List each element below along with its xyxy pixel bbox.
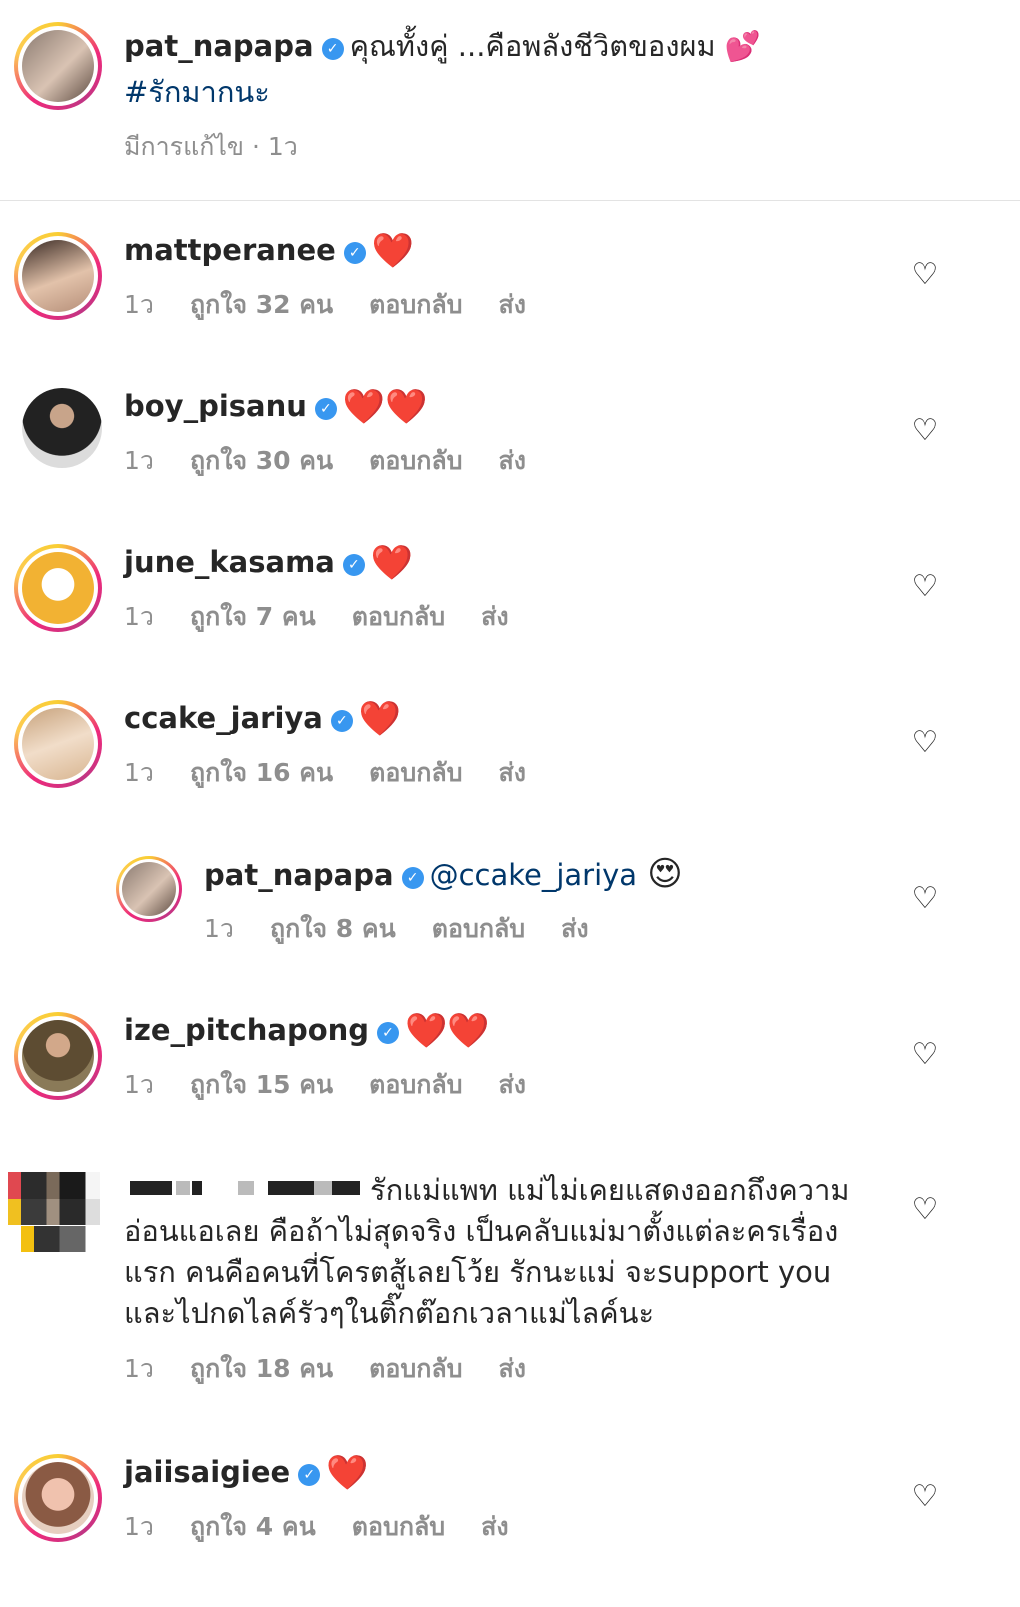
caption-username[interactable]: pat_napapa <box>124 29 314 63</box>
verified-badge-icon: ✓ <box>377 1022 400 1044</box>
reply-button[interactable]: ตอบกลับ <box>352 602 445 631</box>
comment-username[interactable]: ize_pitchapong <box>124 1013 369 1047</box>
verified-badge-icon: ✓ <box>401 867 424 889</box>
verified-badge-icon: ✓ <box>298 1464 321 1486</box>
caption-avatar[interactable] <box>14 22 102 110</box>
heart-outline-icon[interactable]: ♡ <box>908 1480 942 1514</box>
comment-time: 1ว <box>124 1512 154 1541</box>
comment-username[interactable]: june_kasama <box>124 545 335 579</box>
comment-text: 😍 <box>647 854 683 894</box>
comment-time: 1ว <box>124 446 154 475</box>
caption-hashtag[interactable]: #รักมากนะ <box>124 72 270 112</box>
comment-avatar[interactable] <box>116 856 182 922</box>
comment-username[interactable]: boy_pisanu <box>124 389 307 423</box>
heart-outline-icon[interactable]: ♡ <box>908 570 942 604</box>
send-button[interactable]: ส่ง <box>499 758 526 787</box>
comment-likes[interactable]: ถูกใจ 32 คน <box>190 290 333 319</box>
verified-badge-icon: ✓ <box>314 398 337 420</box>
heart-outline-icon[interactable]: ♡ <box>908 882 942 916</box>
comment-avatar[interactable] <box>22 388 102 468</box>
comment-likes[interactable]: ถูกใจ 8 คน <box>270 914 396 943</box>
comment-likes[interactable]: ถูกใจ 16 คน <box>190 758 333 787</box>
comment-time: 1ว <box>124 290 154 319</box>
reply-button[interactable]: ตอบกลับ <box>369 758 462 787</box>
heart-outline-icon[interactable]: ♡ <box>908 1038 942 1072</box>
send-button[interactable]: ส่ง <box>481 602 508 631</box>
comment-avatar[interactable] <box>14 544 102 632</box>
comment-avatar[interactable] <box>14 1012 102 1100</box>
comment-text: ❤️ <box>371 231 415 271</box>
comment-time: 1ว <box>124 758 154 787</box>
verified-badge-icon: ✓ <box>343 242 366 264</box>
comment-text: ❤️ <box>370 543 414 583</box>
comment-username[interactable]: jaiisaigiee <box>124 1455 290 1489</box>
comment-text: ❤️ <box>326 1453 369 1493</box>
comment-likes[interactable]: ถูกใจ 15 คน <box>190 1070 333 1099</box>
send-button[interactable]: ส่ง <box>499 446 526 475</box>
verified-badge-icon: ✓ <box>321 38 344 60</box>
send-button[interactable]: ส่ง <box>499 290 526 319</box>
comment-time: 1ว <box>204 914 234 943</box>
comment-likes[interactable]: ถูกใจ 4 คน <box>190 1512 316 1541</box>
comment-likes[interactable]: ถูกใจ 18 คน <box>190 1354 333 1383</box>
comment-avatar[interactable] <box>14 1454 102 1542</box>
caption-meta: มีการแก้ไข · 1ว <box>124 132 298 161</box>
verified-badge-icon: ✓ <box>330 710 353 732</box>
redacted-username <box>124 1173 370 1207</box>
send-button[interactable]: ส่ง <box>499 1354 526 1383</box>
comment-avatar[interactable] <box>14 232 102 320</box>
reply-button[interactable]: ตอบกลับ <box>432 914 525 943</box>
reply-button[interactable]: ตอบกลับ <box>369 446 462 475</box>
reply-button[interactable]: ตอบกลับ <box>369 1070 462 1099</box>
comment-username[interactable]: ccake_jariya <box>124 701 323 735</box>
reply-button[interactable]: ตอบกลับ <box>352 1512 445 1541</box>
heart-outline-icon[interactable]: ♡ <box>908 414 942 448</box>
heart-outline-icon[interactable]: ♡ <box>908 258 942 292</box>
comment-text: ❤️ <box>358 699 402 739</box>
heart-outline-icon[interactable]: ♡ <box>908 1193 942 1227</box>
caption-text: คุณทั้งคู่ ...คือพลังชีวิตของผม 💕 <box>349 29 761 63</box>
comment-avatar[interactable] <box>14 700 102 788</box>
send-button[interactable]: ส่ง <box>481 1512 508 1541</box>
comment-time: 1ว <box>124 1354 154 1383</box>
send-button[interactable]: ส่ง <box>561 914 588 943</box>
comment-text: ❤️❤️ <box>342 387 428 427</box>
comment-time: 1ว <box>124 602 154 631</box>
verified-badge-icon: ✓ <box>342 554 365 576</box>
heart-outline-icon[interactable]: ♡ <box>908 726 942 760</box>
reply-button[interactable]: ตอบกลับ <box>369 290 462 319</box>
comment-text: ❤️❤️ <box>405 1011 490 1051</box>
reply-button[interactable]: ตอบกลับ <box>369 1354 462 1383</box>
comment-avatar[interactable] <box>8 1172 100 1252</box>
comment-mention[interactable]: @ccake_jariya <box>430 858 638 892</box>
send-button[interactable]: ส่ง <box>499 1070 526 1099</box>
comment-time: 1ว <box>124 1070 154 1099</box>
comment-username[interactable]: mattperanee <box>124 233 336 267</box>
comment-likes[interactable]: ถูกใจ 7 คน <box>190 602 316 631</box>
comment-username[interactable]: pat_napapa <box>204 858 394 892</box>
post-caption: pat_napapa ✓ คุณทั้งคู่ ...คือพลังชีวิตของ… <box>0 0 1020 201</box>
comment-likes[interactable]: ถูกใจ 30 คน <box>190 446 333 475</box>
